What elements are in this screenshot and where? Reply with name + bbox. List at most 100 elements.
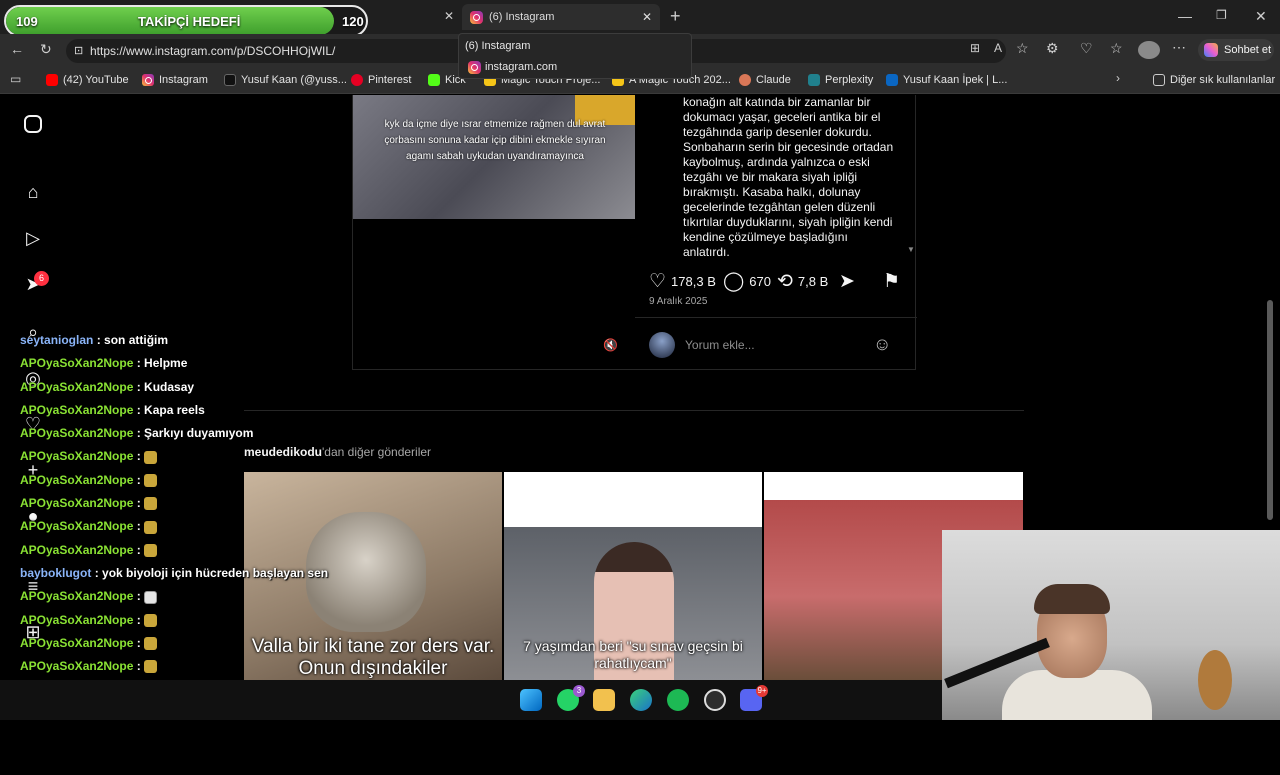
close-tab-icon[interactable]: ✕: [642, 10, 652, 24]
comment-input[interactable]: Yorum ekle...: [685, 338, 755, 352]
chevron-right-icon[interactable]: ›: [1116, 71, 1120, 85]
bookmark-youtube[interactable]: (42) YouTube: [46, 74, 129, 86]
chat-text: :: [136, 472, 141, 487]
spotify-icon[interactable]: [667, 689, 689, 711]
chat-emote-icon: [144, 660, 158, 674]
chat-username: APOyaSoXan2Nope: [20, 426, 134, 441]
follower-goal-bar: 109 TAKİPÇİ HEDEFİ 120: [4, 5, 368, 37]
chat-username: APOyaSoXan2Nope: [20, 472, 134, 487]
perplexity-icon: [808, 74, 820, 86]
app-available-icon[interactable]: ⊞: [970, 41, 980, 55]
chat-message: seytanioglan : son attiğim: [20, 333, 350, 356]
chat-message: APOyaSoXan2Nope :: [20, 543, 350, 566]
other-bookmarks-folder[interactable]: Diğer sık kullanılanlar: [1153, 74, 1275, 86]
chat-message: APOyaSoXan2Nope :: [20, 659, 350, 682]
bookmark-icon: ⚑: [883, 271, 901, 292]
chat-text: :: [136, 496, 141, 511]
bookmark-label: Pinterest: [368, 74, 412, 86]
site-info-icon[interactable]: ⊡: [74, 44, 83, 57]
home-icon[interactable]: ⌂: [22, 181, 44, 203]
tiktok-icon: [224, 74, 236, 86]
obs-icon[interactable]: [704, 689, 726, 711]
mute-icon[interactable]: 🔇: [603, 338, 618, 352]
discord-badge: 9+: [756, 685, 768, 697]
repost-icon: ⟲: [777, 271, 793, 292]
instagram-favicon-icon: [468, 61, 481, 74]
chat-emote-icon: [144, 520, 158, 534]
bookmark-tiktok[interactable]: Yusuf Kaan (@yuss...: [224, 74, 347, 86]
claude-icon: [739, 74, 751, 86]
reels-icon[interactable]: ▷: [22, 227, 44, 249]
chat-username: APOyaSoXan2Nope: [20, 519, 134, 534]
chat-message: APOyaSoXan2Nope :: [20, 589, 350, 612]
refresh-icon[interactable]: ↻: [40, 41, 52, 58]
follower-goal-target: 120: [342, 14, 364, 29]
favorites-icon[interactable]: ☆: [1110, 40, 1123, 57]
chat-text: : Kudasay: [136, 379, 195, 394]
bookmark-label: Instagram: [159, 74, 208, 86]
whatsapp-icon[interactable]: 3: [557, 685, 585, 711]
comment-button[interactable]: ◯ 670: [723, 270, 771, 293]
read-aloud-icon[interactable]: A: [994, 41, 1002, 55]
back-icon[interactable]: ←: [10, 41, 24, 57]
minimize-icon[interactable]: —: [1178, 8, 1192, 24]
like-button[interactable]: ♡ 178,3 B: [649, 270, 716, 293]
share-icon: ➤: [839, 271, 855, 292]
bookmark-perplexity[interactable]: Perplexity: [808, 74, 873, 86]
chat-message: APOyaSoXan2Nope : Şarkıyı duyamıyom: [20, 426, 350, 449]
restore-icon[interactable]: ❐: [1216, 8, 1227, 22]
chat-username: APOyaSoXan2Nope: [20, 449, 134, 464]
emoji-icon[interactable]: ☺: [873, 334, 891, 355]
chat-message: APOyaSoXan2Nope :: [20, 473, 350, 496]
collections-icon[interactable]: ▭: [10, 72, 21, 86]
tooltip-domain: instagram.com: [485, 61, 558, 73]
favorite-star-icon[interactable]: ☆: [1016, 40, 1029, 57]
copilot-icon: [1204, 43, 1218, 57]
close-tab-icon[interactable]: ✕: [444, 9, 454, 23]
chat-username: APOyaSoXan2Nope: [20, 635, 134, 650]
close-window-icon[interactable]: ✕: [1255, 8, 1267, 25]
chat-message: bayboklugot : yok biyoloji için hücreden…: [20, 566, 350, 589]
bookmark-label: Yusuf Kaan İpek | L...: [903, 74, 1008, 86]
more-menu-icon[interactable]: ⋯: [1172, 39, 1186, 56]
windows-start-icon[interactable]: [520, 689, 542, 711]
avatar[interactable]: [649, 332, 675, 358]
performance-icon[interactable]: ♡: [1080, 40, 1093, 57]
share-button[interactable]: ➤: [839, 270, 855, 293]
chat-username: seytanioglan: [20, 333, 94, 347]
edge-icon[interactable]: [630, 689, 652, 711]
extensions-icon[interactable]: ⚙: [1046, 40, 1059, 57]
chat-message: APOyaSoXan2Nope :: [20, 636, 350, 659]
chat-message: APOyaSoXan2Nope : Helpme: [20, 356, 350, 379]
new-tab-icon[interactable]: +: [670, 6, 681, 27]
repost-button[interactable]: ⟲ 7,8 B: [777, 270, 828, 293]
post-actions: ♡ 178,3 B ◯ 670 ⟲ 7,8 B ➤ ⚑: [649, 270, 911, 294]
bookmark-claude[interactable]: Claude: [739, 74, 791, 86]
follower-goal-current: 109: [16, 14, 38, 29]
chat-text: :: [136, 635, 141, 650]
post-caption: konağın alt katında bir zamanlar bir dok…: [683, 95, 894, 259]
post-media[interactable]: kyk da içme diye ısrar etmemize rağmen d…: [353, 95, 635, 369]
bookmark-instagram[interactable]: Instagram: [142, 74, 208, 86]
copilot-button[interactable]: Sohbet et: [1198, 39, 1274, 61]
chat-emote-icon: [144, 474, 158, 488]
file-explorer-icon[interactable]: [593, 689, 615, 711]
chat-message: APOyaSoXan2Nope :: [20, 449, 350, 472]
follower-goal-label: TAKİPÇİ HEDEFİ: [138, 14, 241, 29]
thumbnail-caption: 7 yaşımdan beri "su sınav geçsin bi raha…: [523, 638, 743, 671]
scrollbar-thumb[interactable]: [1267, 300, 1273, 520]
chat-emote-icon: [144, 613, 158, 627]
chat-username: APOyaSoXan2Nope: [20, 402, 134, 417]
save-button[interactable]: ⚑: [883, 270, 900, 293]
chat-username: APOyaSoXan2Nope: [20, 542, 134, 557]
discord-icon[interactable]: 9+: [740, 685, 768, 711]
chat-text: :: [136, 542, 141, 557]
kick-icon: [428, 74, 440, 86]
instagram-logo-icon[interactable]: [24, 115, 42, 133]
caption-scroll-down-icon[interactable]: ▼: [907, 245, 915, 254]
bookmark-pinterest[interactable]: Pinterest: [351, 74, 411, 86]
profile-avatar[interactable]: [1138, 41, 1160, 59]
bookmark-linkedin[interactable]: Yusuf Kaan İpek | L...: [886, 74, 1007, 86]
more-post-thumbnail[interactable]: 7 yaşımdan beri "su sınav geçsin bi raha…: [504, 472, 762, 680]
tab-instagram[interactable]: (6) Instagram ✕: [462, 4, 660, 30]
